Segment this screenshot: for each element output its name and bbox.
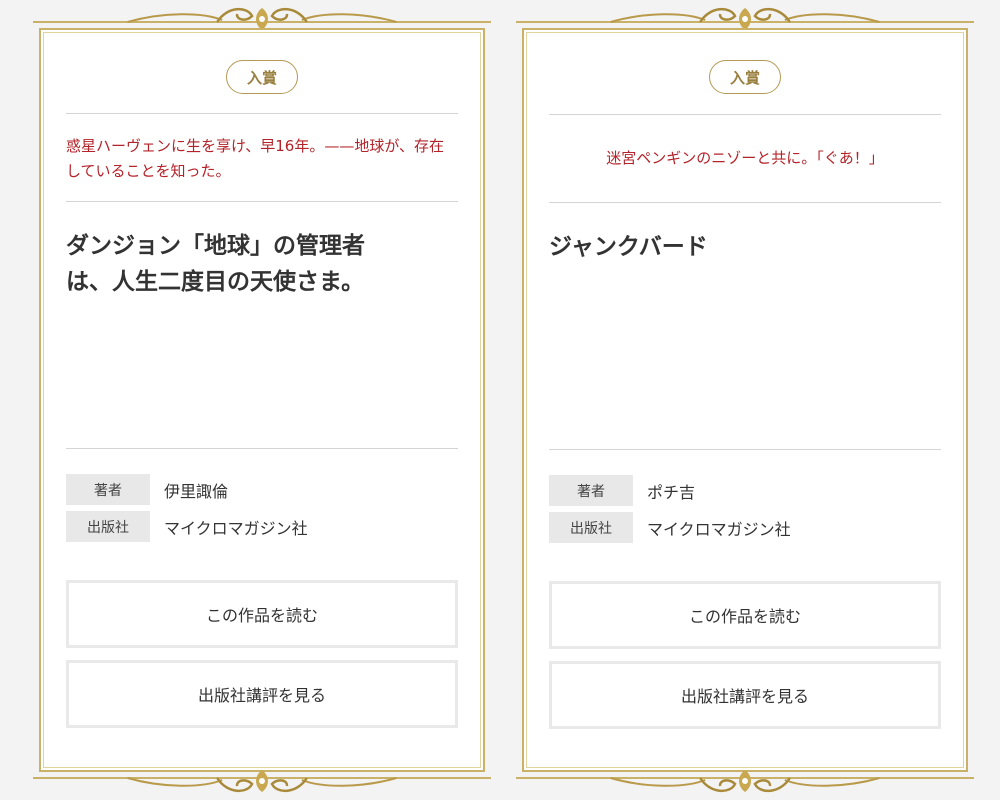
award-card: 入賞 迷宮ペンギンのニゾーと共に。「ぐあ！」 ジャンクバード 著者 ポチ吉 出版… — [516, 0, 974, 800]
work-title: ジャンクバード — [549, 229, 928, 265]
author-row: 著者 ポチ吉 — [549, 475, 941, 506]
publisher-review-button[interactable]: 出版社講評を見る — [66, 660, 458, 728]
catchcopy: 迷宮ペンギンのニゾーと共に。「ぐあ！」 — [606, 149, 884, 167]
work-title-line: ジャンクバード — [549, 234, 708, 260]
publisher-value: マイクロマガジン社 — [164, 518, 308, 538]
read-work-button[interactable]: この作品を読む — [66, 580, 458, 648]
publisher-label: 出版社 — [549, 512, 633, 543]
gold-ornament-bottom — [516, 766, 974, 796]
publisher-row: 出版社 マイクロマガジン社 — [549, 512, 941, 543]
divider — [549, 114, 941, 115]
award-badge: 入賞 — [709, 60, 781, 94]
work-title-line: ダンジョン「地球」の管理者 — [66, 233, 365, 259]
publisher-review-button[interactable]: 出版社講評を見る — [549, 661, 941, 729]
gold-ornament-bottom — [33, 766, 491, 796]
divider — [66, 113, 458, 114]
catchcopy: 惑星ハーヴェンに生を享け、早16年。——地球が、存在していることを知った。 — [66, 137, 445, 180]
author-label: 著者 — [549, 475, 633, 506]
divider — [549, 202, 941, 203]
author-value: 伊里諏倫 — [164, 481, 229, 501]
read-work-button[interactable]: この作品を読む — [549, 581, 941, 649]
publisher-value: マイクロマガジン社 — [647, 519, 791, 539]
divider — [549, 449, 941, 450]
work-title: ダンジョン「地球」の管理者 は、人生二度目の天使さま。 — [66, 228, 445, 300]
divider — [66, 448, 458, 449]
divider — [66, 201, 458, 202]
award-card: 入賞 惑星ハーヴェンに生を享け、早16年。——地球が、存在していることを知った。… — [33, 0, 491, 800]
author-row: 著者 伊里諏倫 — [66, 474, 458, 505]
publisher-row: 出版社 マイクロマガジン社 — [66, 511, 458, 542]
publisher-label: 出版社 — [66, 511, 150, 542]
work-title-line: は、人生二度目の天使さま。 — [66, 269, 365, 295]
author-label: 著者 — [66, 474, 150, 505]
award-badge: 入賞 — [226, 60, 298, 94]
author-value: ポチ吉 — [647, 482, 696, 502]
